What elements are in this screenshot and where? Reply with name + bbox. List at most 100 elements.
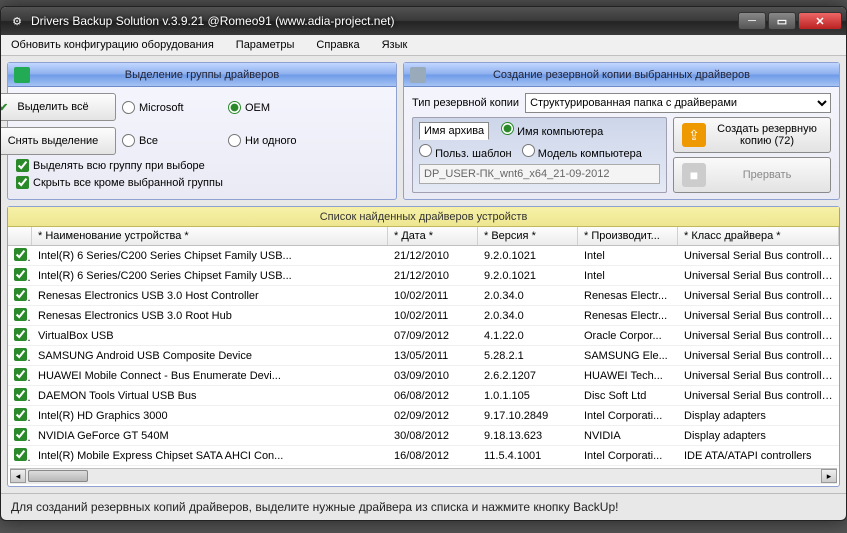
client-area: Выделение группы драйверов Microsoft OEM… xyxy=(1,56,846,493)
tab-archive-name[interactable]: Имя архива xyxy=(419,122,489,140)
cell-vendor: Intel Corporati... xyxy=(578,409,678,423)
cell-class: Universal Serial Bus controllers xyxy=(678,289,839,303)
cell-vendor: Intel Corporati... xyxy=(578,449,678,463)
cell-class: Display adapters xyxy=(678,429,839,443)
cell-version: 11.5.4.1001 xyxy=(478,449,578,463)
table-row[interactable]: NVIDIA GeForce GT 540M30/08/20129.18.13.… xyxy=(8,426,839,446)
radio-oem[interactable]: OEM xyxy=(228,101,388,114)
row-check[interactable] xyxy=(14,448,27,461)
cell-version: 2.0.34.0 xyxy=(478,289,578,303)
row-check[interactable] xyxy=(14,268,27,281)
col-check[interactable] xyxy=(8,227,32,245)
app-window: ⚙ Drivers Backup Solution v.3.9.21 @Rome… xyxy=(0,6,847,521)
cell-version: 5.28.2.1 xyxy=(478,349,578,363)
row-check[interactable] xyxy=(14,288,27,301)
row-check[interactable] xyxy=(14,428,27,441)
cell-date: 30/08/2012 xyxy=(388,429,478,443)
table-row[interactable]: Renesas Electronics USB 3.0 Root Hub10/0… xyxy=(8,306,839,326)
table-row[interactable]: HUAWEI Mobile Connect - Bus Enumerate De… xyxy=(8,366,839,386)
radio-compname[interactable]: Имя компьютера xyxy=(501,122,603,140)
cell-version: 2.6.2.1207 xyxy=(478,369,578,383)
cell-date: 02/09/2012 xyxy=(388,409,478,423)
cell-name: NVIDIA GeForce GT 540M xyxy=(32,429,388,443)
check-icon: ✔ xyxy=(0,99,11,115)
create-backup-button[interactable]: ⇪ Создать резервную копию (72) xyxy=(673,117,831,153)
cell-version: 9.2.0.1021 xyxy=(478,269,578,283)
cell-name: SAMSUNG Android USB Composite Device xyxy=(32,349,388,363)
cell-date: 10/02/2011 xyxy=(388,289,478,303)
col-name[interactable]: * Наименование устройства * xyxy=(32,227,388,245)
radio-microsoft[interactable]: Microsoft xyxy=(122,101,222,114)
check-select-group[interactable] xyxy=(16,159,29,172)
cell-vendor: Intel xyxy=(578,249,678,263)
cell-date: 07/09/2012 xyxy=(388,329,478,343)
row-check[interactable] xyxy=(14,248,27,261)
archive-name-box: Имя архива Имя компьютера Польз. шаблон … xyxy=(412,117,667,193)
col-version[interactable]: * Версия * xyxy=(478,227,578,245)
cell-date: 03/09/2010 xyxy=(388,369,478,383)
menu-refresh[interactable]: Обновить конфигурацию оборудования xyxy=(7,37,218,53)
cell-date: 21/12/2010 xyxy=(388,249,478,263)
minimize-button[interactable]: ─ xyxy=(738,12,766,30)
table-row[interactable]: Renesas Electronics USB 3.0 Host Control… xyxy=(8,286,839,306)
abort-button: ■ Прервать xyxy=(673,157,831,193)
table-row[interactable]: VirtualBox USB07/09/20124.1.22.0Oracle C… xyxy=(8,326,839,346)
grid-header: * Наименование устройства * * Дата * * В… xyxy=(8,227,839,246)
radio-usertpl[interactable]: Польз. шаблон xyxy=(419,144,512,160)
grid-body[interactable]: Intel(R) 6 Series/C200 Series Chipset Fa… xyxy=(8,246,839,466)
menu-lang[interactable]: Язык xyxy=(378,37,412,53)
scroll-thumb[interactable] xyxy=(28,470,88,482)
cell-name: Intel(R) Mobile Express Chipset SATA AHC… xyxy=(32,449,388,463)
radio-all[interactable]: Все xyxy=(122,134,222,147)
table-row[interactable]: Intel(R) 6 Series/C200 Series Chipset Fa… xyxy=(8,246,839,266)
cell-vendor: NVIDIA xyxy=(578,429,678,443)
select-all-button[interactable]: ✔Выделить всё xyxy=(0,93,116,121)
cell-class: Universal Serial Bus controllers xyxy=(678,369,839,383)
scroll-left-icon[interactable]: ◂ xyxy=(10,469,26,483)
archive-name-input[interactable] xyxy=(419,164,660,184)
table-row[interactable]: DAEMON Tools Virtual USB Bus06/08/20121.… xyxy=(8,386,839,406)
cross-icon: ✖ xyxy=(0,133,2,149)
app-icon: ⚙ xyxy=(9,13,25,29)
table-row[interactable]: Intel(R) Mobile Express Chipset SATA AHC… xyxy=(8,446,839,466)
radio-model[interactable]: Модель компьютера xyxy=(522,144,642,160)
col-date[interactable]: * Дата * xyxy=(388,227,478,245)
cell-vendor: HUAWEI Tech... xyxy=(578,369,678,383)
menu-help[interactable]: Справка xyxy=(312,37,363,53)
row-check[interactable] xyxy=(14,408,27,421)
cell-name: VirtualBox USB xyxy=(32,329,388,343)
deselect-button[interactable]: ✖Снять выделение xyxy=(0,127,116,155)
cell-vendor: Intel xyxy=(578,269,678,283)
cell-class: Display adapters xyxy=(678,409,839,423)
cell-date: 21/12/2010 xyxy=(388,269,478,283)
titlebar[interactable]: ⚙ Drivers Backup Solution v.3.9.21 @Rome… xyxy=(1,7,846,35)
scroll-right-icon[interactable]: ▸ xyxy=(821,469,837,483)
chip-icon xyxy=(14,67,30,83)
menu-params[interactable]: Параметры xyxy=(232,37,299,53)
cell-class: Universal Serial Bus controllers xyxy=(678,349,839,363)
col-class[interactable]: * Класс драйвера * xyxy=(678,227,839,245)
table-row[interactable]: Intel(R) HD Graphics 300002/09/20129.17.… xyxy=(8,406,839,426)
backup-type-select[interactable]: Структурированная папка с драйверами xyxy=(525,93,831,113)
horizontal-scrollbar[interactable]: ◂ ▸ xyxy=(10,468,837,484)
col-vendor[interactable]: * Производит... xyxy=(578,227,678,245)
selection-panel-header: Выделение группы драйверов xyxy=(8,63,396,87)
row-check[interactable] xyxy=(14,368,27,381)
row-check[interactable] xyxy=(14,388,27,401)
close-button[interactable]: ✕ xyxy=(798,12,842,30)
cell-class: Universal Serial Bus controllers xyxy=(678,249,839,263)
backup-panel-header: Создание резервной копии выбранных драйв… xyxy=(404,63,839,87)
cell-class: Universal Serial Bus controllers xyxy=(678,309,839,323)
cell-class: IDE ATA/ATAPI controllers xyxy=(678,449,839,463)
check-hide-others[interactable] xyxy=(16,176,29,189)
driver-list-panel: Список найденных драйверов устройств * Н… xyxy=(7,206,840,487)
box-icon: ⇪ xyxy=(682,123,706,147)
table-row[interactable]: Intel(R) 6 Series/C200 Series Chipset Fa… xyxy=(8,266,839,286)
table-row[interactable]: SAMSUNG Android USB Composite Device13/0… xyxy=(8,346,839,366)
cell-name: Intel(R) HD Graphics 3000 xyxy=(32,409,388,423)
row-check[interactable] xyxy=(14,328,27,341)
maximize-button[interactable]: ▭ xyxy=(768,12,796,30)
radio-none[interactable]: Ни одного xyxy=(228,134,388,147)
row-check[interactable] xyxy=(14,348,27,361)
row-check[interactable] xyxy=(14,308,27,321)
